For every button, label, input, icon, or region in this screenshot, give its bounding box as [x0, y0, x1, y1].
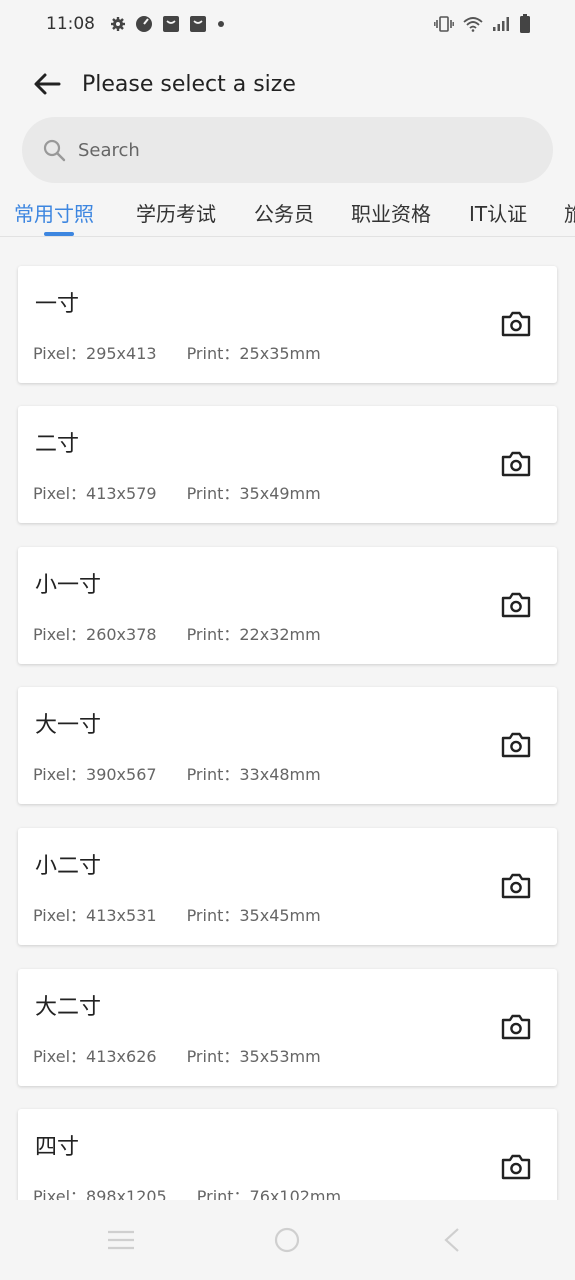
camera-button[interactable] [497, 726, 535, 764]
header: Please select a size [0, 56, 575, 112]
size-name: 小二寸 [35, 854, 102, 879]
camera-button[interactable] [497, 1008, 535, 1046]
back-nav-button[interactable] [432, 1224, 472, 1256]
speed-icon [135, 15, 153, 33]
size-meta: Pixel：898x1205 Print：76x102mm [33, 1183, 341, 1200]
size-list: 一寸 Pixel：295x413 Print：25x35mm 二寸 Pixel：… [0, 238, 575, 1200]
bag-icon [189, 15, 207, 33]
search-input[interactable] [78, 139, 498, 161]
size-card[interactable]: 一寸 Pixel：295x413 Print：25x35mm [18, 266, 557, 383]
size-meta: Pixel：413x626 Print：35x53mm [33, 1043, 321, 1067]
size-card[interactable]: 大二寸 Pixel：413x626 Print：35x53mm [18, 969, 557, 1086]
size-meta: Pixel：260x378 Print：22x32mm [33, 621, 321, 645]
wifi-icon [463, 16, 483, 32]
chevron-left-icon [444, 1228, 459, 1252]
size-meta: Pixel：295x413 Print：25x35mm [33, 340, 321, 364]
bag-icon [162, 15, 180, 33]
size-pixel: Pixel：413x579 [33, 484, 157, 503]
menu-button[interactable] [101, 1224, 141, 1256]
size-pixel: Pixel：295x413 [33, 344, 157, 363]
size-print: Print：22x32mm [186, 625, 321, 644]
size-card[interactable]: 小二寸 Pixel：413x531 Print：35x45mm [18, 828, 557, 945]
camera-icon [501, 1014, 531, 1040]
arrow-left-icon [34, 73, 61, 95]
size-name: 小一寸 [35, 573, 102, 598]
tab-it-cert[interactable]: IT认证 [469, 198, 527, 227]
camera-icon [501, 1154, 531, 1180]
camera-icon [501, 451, 531, 477]
tab-travel[interactable]: 旅 [564, 198, 575, 227]
status-time: 11:08 [46, 14, 95, 34]
back-button[interactable] [27, 64, 67, 104]
size-card[interactable]: 小一寸 Pixel：260x378 Print：22x32mm [18, 547, 557, 664]
home-button[interactable] [267, 1224, 307, 1256]
size-card[interactable]: 二寸 Pixel：413x579 Print：35x49mm [18, 406, 557, 523]
size-print: Print：35x45mm [186, 906, 321, 925]
gear-icon [110, 16, 126, 32]
category-tabs: 常用寸照 学历考试 公务员 职业资格 IT认证 旅 [0, 190, 575, 237]
search-bar[interactable] [22, 117, 553, 183]
tab-professional[interactable]: 职业资格 [351, 198, 431, 227]
camera-icon [501, 732, 531, 758]
size-pixel: Pixel：390x567 [33, 765, 157, 784]
camera-icon [501, 592, 531, 618]
size-name: 二寸 [35, 432, 80, 457]
size-print: Print：25x35mm [186, 344, 321, 363]
size-print: Print：33x48mm [186, 765, 321, 784]
menu-icon [108, 1230, 134, 1250]
tab-education[interactable]: 学历考试 [136, 198, 216, 227]
camera-button[interactable] [497, 305, 535, 343]
size-pixel: Pixel：898x1205 [33, 1187, 167, 1200]
camera-button[interactable] [497, 586, 535, 624]
size-meta: Pixel：413x579 Print：35x49mm [33, 480, 321, 504]
camera-icon [501, 311, 531, 337]
home-circle-icon [274, 1227, 300, 1253]
tab-civil-service[interactable]: 公务员 [254, 198, 314, 227]
camera-button[interactable] [497, 1148, 535, 1186]
battery-icon [519, 14, 531, 34]
system-nav-bar [0, 1200, 575, 1280]
tab-indicator [44, 232, 74, 236]
camera-icon [501, 873, 531, 899]
size-card[interactable]: 大一寸 Pixel：390x567 Print：33x48mm [18, 687, 557, 804]
size-name: 四寸 [35, 1135, 80, 1160]
search-icon [43, 139, 66, 162]
size-meta: Pixel：413x531 Print：35x45mm [33, 902, 321, 926]
size-print: Print：35x49mm [186, 484, 321, 503]
size-name: 一寸 [35, 292, 80, 317]
status-bar: 11:08 [0, 0, 575, 48]
size-name: 大二寸 [35, 995, 102, 1020]
size-pixel: Pixel：260x378 [33, 625, 157, 644]
size-print: Print：76x102mm [196, 1187, 342, 1200]
tab-common[interactable]: 常用寸照 [14, 198, 94, 227]
status-left: 11:08 [46, 14, 226, 34]
size-name: 大一寸 [35, 713, 102, 738]
size-pixel: Pixel：413x626 [33, 1047, 157, 1066]
camera-button[interactable] [497, 445, 535, 483]
size-meta: Pixel：390x567 Print：33x48mm [33, 761, 321, 785]
page-title: Please select a size [82, 71, 296, 97]
size-card[interactable]: 四寸 Pixel：898x1205 Print：76x102mm [18, 1109, 557, 1200]
size-pixel: Pixel：413x531 [33, 906, 157, 925]
size-print: Print：35x53mm [186, 1047, 321, 1066]
camera-button[interactable] [497, 867, 535, 905]
status-right [434, 14, 531, 34]
signal-icon [492, 16, 510, 32]
vibrate-icon [434, 16, 454, 32]
dot-icon [216, 19, 226, 29]
